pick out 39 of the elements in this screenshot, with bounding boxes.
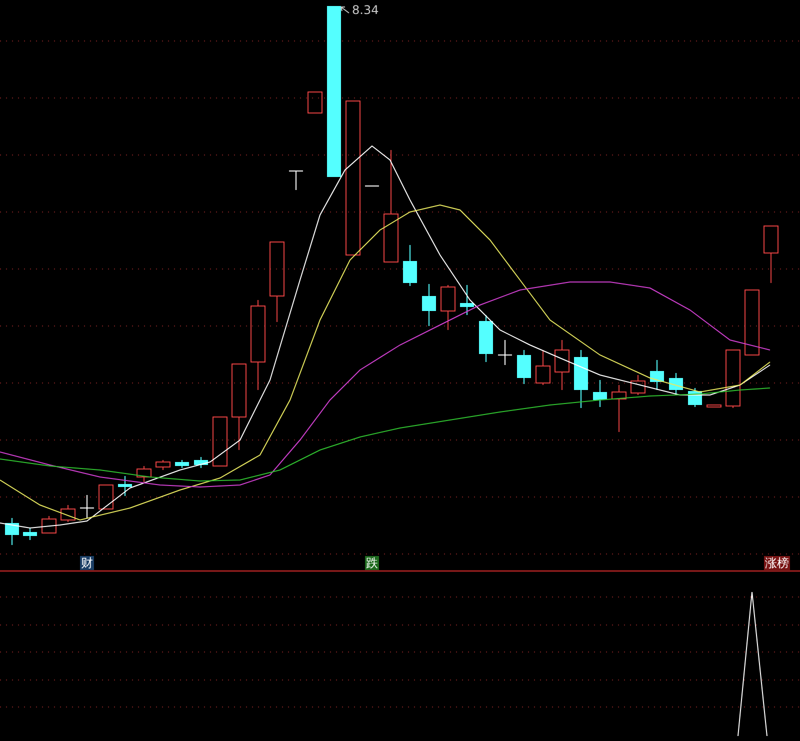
candlestick bbox=[23, 528, 37, 540]
candlestick bbox=[175, 460, 189, 468]
high-price-label: 8.34 bbox=[352, 3, 379, 17]
candlestick bbox=[60, 504, 76, 522]
candlestick bbox=[422, 284, 436, 326]
candlestick bbox=[764, 226, 778, 284]
candlestick bbox=[650, 360, 664, 390]
signal-marker: 涨榜 bbox=[764, 556, 790, 570]
candlestick bbox=[612, 384, 626, 432]
candlestick bbox=[706, 404, 722, 408]
candlestick bbox=[460, 284, 474, 316]
candlestick bbox=[156, 460, 170, 470]
candlestick bbox=[212, 416, 228, 466]
candlestick bbox=[194, 456, 208, 468]
candlestick bbox=[288, 170, 304, 190]
candlestick bbox=[80, 494, 94, 518]
candlestick bbox=[630, 374, 646, 396]
candlestick bbox=[744, 290, 760, 356]
candlestick bbox=[574, 350, 588, 408]
candlestick bbox=[98, 484, 114, 510]
candlestick bbox=[517, 350, 531, 384]
candlestick bbox=[118, 476, 132, 496]
signal-marker: 跌 bbox=[365, 556, 379, 570]
candlestick bbox=[440, 284, 456, 330]
candlestick bbox=[669, 372, 683, 396]
candlestick bbox=[593, 380, 607, 408]
candlestick bbox=[554, 340, 570, 390]
candlestick bbox=[42, 516, 56, 534]
candlestick bbox=[136, 466, 152, 482]
candlestick bbox=[5, 518, 19, 546]
candlestick bbox=[536, 350, 550, 386]
candlestick bbox=[308, 92, 322, 114]
candlestick bbox=[688, 388, 702, 408]
candlestick bbox=[403, 244, 417, 286]
signal-marker: 财 bbox=[80, 556, 94, 570]
candlestick bbox=[498, 340, 512, 366]
candlestick bbox=[726, 350, 740, 408]
pointer-arrow-icon bbox=[340, 6, 350, 14]
candlestick bbox=[479, 314, 493, 362]
